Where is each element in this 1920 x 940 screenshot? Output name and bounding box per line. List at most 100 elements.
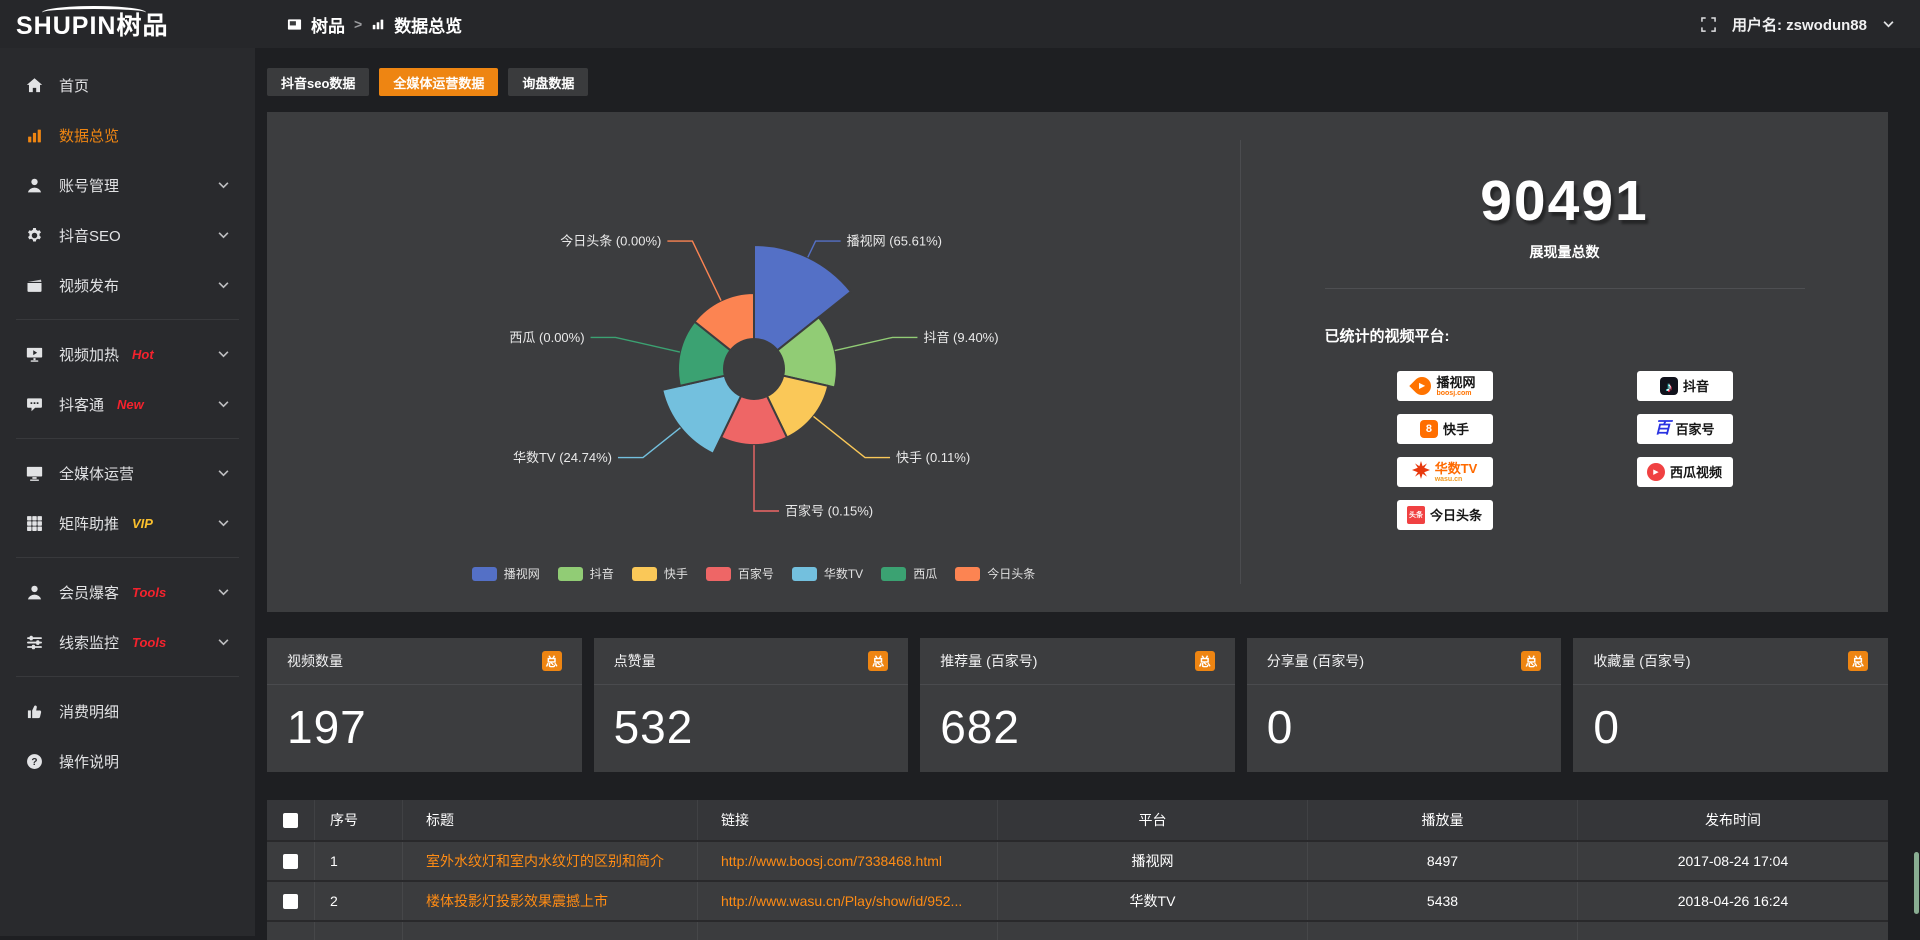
platform-badge-grid: ▶播视网boosj.com ♪抖音 8快手 百百家号华数TVwasu.cn ▶西瓜视频头… [1325, 371, 1805, 530]
legend-label: 华数TV [824, 565, 863, 582]
platform-badge-baijiahao[interactable]: 百百家号 [1637, 414, 1733, 444]
topbar-right: 用户名: zswodun88 [1701, 14, 1920, 35]
table-cell: 2017-08-24 17:04 [1578, 842, 1888, 880]
logo-text: SHUPIN树品 [16, 12, 168, 40]
stat-card-like-count: 点赞量总532 [594, 638, 909, 772]
sidebar-item-label: 会员爆客 [59, 582, 119, 603]
breadcrumb-root[interactable]: 树品 [311, 12, 345, 37]
table-cell: 2018-04-26 16:24 [1578, 882, 1888, 920]
platform-name: 播视网 [1436, 376, 1475, 389]
total-badge: 总 [868, 651, 888, 671]
app-logo[interactable]: SHUPIN树品 [0, 6, 255, 42]
chevron-down-icon[interactable] [218, 469, 229, 477]
sidebar-item-label: 操作说明 [59, 751, 119, 772]
sidebar-item-data-overview[interactable]: 数据总览 [0, 110, 255, 160]
tab-omni-media-operation-data[interactable]: 全媒体运营数据 [379, 68, 498, 96]
chart-legend: 播视网 抖音 快手 百家号 华数TV 西瓜 今日头条 [267, 565, 1240, 582]
total-badge: 总 [1195, 651, 1215, 671]
select-all-checkbox[interactable] [283, 813, 298, 828]
platform-name: 抖音 [1683, 380, 1709, 393]
summary-panel: 90491 展现量总数 已统计的视频平台: ▶播视网boosj.com♪抖音8快… [1241, 112, 1888, 612]
sidebar-item-lead-monitoring[interactable]: 线索监控 Tools [0, 617, 255, 667]
video-url-link[interactable]: http://www.boosj.com/7338468.html [698, 842, 998, 880]
legend-item-6[interactable]: 今日头条 [955, 565, 1035, 582]
chevron-down-icon[interactable] [218, 281, 229, 289]
fullscreen-icon[interactable] [1701, 17, 1716, 32]
help-icon: ? [26, 753, 43, 770]
sidebar-item-consumption-details[interactable]: 消费明细 [0, 686, 255, 736]
legend-swatch [955, 567, 980, 581]
username-label[interactable]: 用户名: zswodun88 [1732, 14, 1867, 35]
sidebar-item-label: 账号管理 [59, 175, 119, 196]
chevron-down-icon[interactable] [218, 588, 229, 596]
sidebar-divider [16, 676, 239, 677]
scrollbar-thumb[interactable] [1914, 852, 1919, 914]
legend-item-0[interactable]: 播视网 [472, 565, 540, 582]
stat-card-value: 197 [267, 685, 582, 754]
sidebar-item-label: 抖音SEO [59, 225, 121, 246]
video-title-link[interactable]: 室外水纹灯和室内水纹灯的区别和简介 [403, 842, 698, 880]
table-cell: 1 [315, 842, 403, 880]
legend-label: 百家号 [738, 565, 774, 582]
legend-label: 播视网 [504, 565, 540, 582]
user-icon [26, 584, 43, 601]
sidebar-item-label: 线索监控 [59, 632, 119, 653]
data-tabs: 抖音seo数据全媒体运营数据询盘数据 [267, 68, 1888, 96]
wasu-logo-icon [1412, 461, 1430, 484]
sidebar-item-video-publish[interactable]: 视频发布 [0, 260, 255, 310]
video-title-link[interactable]: 楼体投影灯投影效果震撼上市 [403, 882, 698, 920]
sidebar-item-home[interactable]: 首页 [0, 60, 255, 110]
chevron-down-icon[interactable] [218, 181, 229, 189]
platform-badge-boosj[interactable]: ▶播视网boosj.com [1397, 371, 1493, 401]
video-url-link[interactable]: http://www.wasu.cn/Play/show/id/952... [698, 882, 998, 920]
sidebar-item-douyin-seo[interactable]: 抖音SEO [0, 210, 255, 260]
sidebar-divider [16, 557, 239, 558]
table-cell: 5438 [1308, 882, 1578, 920]
row-checkbox[interactable] [283, 854, 298, 869]
sidebar-item-tag: Tools [132, 635, 166, 650]
legend-item-4[interactable]: 华数TV [792, 565, 863, 582]
sidebar-item-matrix-boost[interactable]: 矩阵助推VIP [0, 498, 255, 548]
sidebar-divider [16, 319, 239, 320]
chevron-down-icon[interactable] [218, 638, 229, 646]
sidebar-item-label: 数据总览 [59, 125, 119, 146]
stat-card-value: 0 [1573, 685, 1888, 754]
platform-badge-toutiao[interactable]: 头条今日头条 [1397, 500, 1493, 530]
column-header: 序号 [315, 800, 403, 840]
pie-label-line [835, 337, 918, 350]
pie-slice-4[interactable] [662, 376, 741, 454]
row-checkbox[interactable] [283, 894, 298, 909]
platform-badge-kuaishou[interactable]: 8快手 [1397, 414, 1493, 444]
platform-badge-wasu[interactable]: 华数TVwasu.cn [1397, 457, 1493, 487]
bar-chart-icon [371, 17, 385, 31]
sidebar-item-label: 视频加热 [59, 344, 119, 365]
tab-douyin-seo-data[interactable]: 抖音seo数据 [267, 68, 369, 96]
breadcrumb-current: 数据总览 [394, 12, 462, 37]
pie-label: 快手 (0.11%) [896, 450, 970, 465]
legend-item-5[interactable]: 西瓜 [881, 565, 937, 582]
sidebar-item-video-heating[interactable]: 视频加热Hot [0, 329, 255, 379]
chevron-down-icon[interactable] [218, 231, 229, 239]
sidebar-item-member-baoke[interactable]: 会员爆客Tools [0, 567, 255, 617]
platform-badge-douyin[interactable]: ♪抖音 [1637, 371, 1733, 401]
chevron-down-icon[interactable] [218, 350, 229, 358]
table-row: 1室外水纹灯和室内水纹灯的区别和简介http://www.boosj.com/7… [267, 840, 1888, 880]
sidebar-item-operation-guide[interactable]: ? 操作说明 [0, 736, 255, 786]
chevron-down-icon[interactable] [218, 519, 229, 527]
legend-item-2[interactable]: 快手 [632, 565, 688, 582]
site-icon [287, 17, 302, 32]
platform-sub: boosj.com [1436, 390, 1471, 397]
sidebar-item-account-management[interactable]: 账号管理 [0, 160, 255, 210]
pie-label-line [591, 337, 680, 352]
legend-swatch [632, 567, 657, 581]
sidebar-item-omni-media-operation[interactable]: 全媒体运营 [0, 448, 255, 498]
chevron-down-icon[interactable] [218, 400, 229, 408]
user-chevron-down-icon[interactable] [1883, 20, 1894, 28]
sidebar-item-douketong[interactable]: 抖客通New [0, 379, 255, 429]
platform-sub: wasu.cn [1435, 476, 1463, 483]
tab-inquiry-data[interactable]: 询盘数据 [508, 68, 588, 96]
column-header: 平台 [998, 800, 1308, 840]
platform-badge-xigua[interactable]: ▶西瓜视频 [1637, 457, 1733, 487]
legend-item-1[interactable]: 抖音 [558, 565, 614, 582]
legend-item-3[interactable]: 百家号 [706, 565, 774, 582]
